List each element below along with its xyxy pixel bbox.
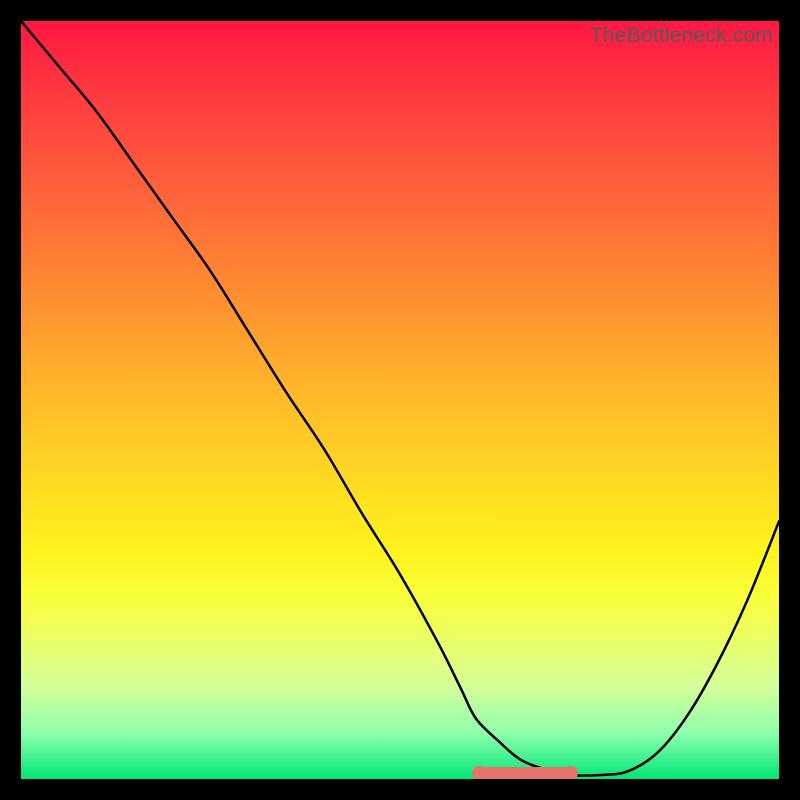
bottleneck-curve: [21, 21, 779, 779]
curve-minimum-highlight: [476, 767, 575, 779]
chart-frame: TheBottleneck.com: [0, 0, 800, 800]
chart-plot-area: TheBottleneck.com: [21, 21, 779, 779]
